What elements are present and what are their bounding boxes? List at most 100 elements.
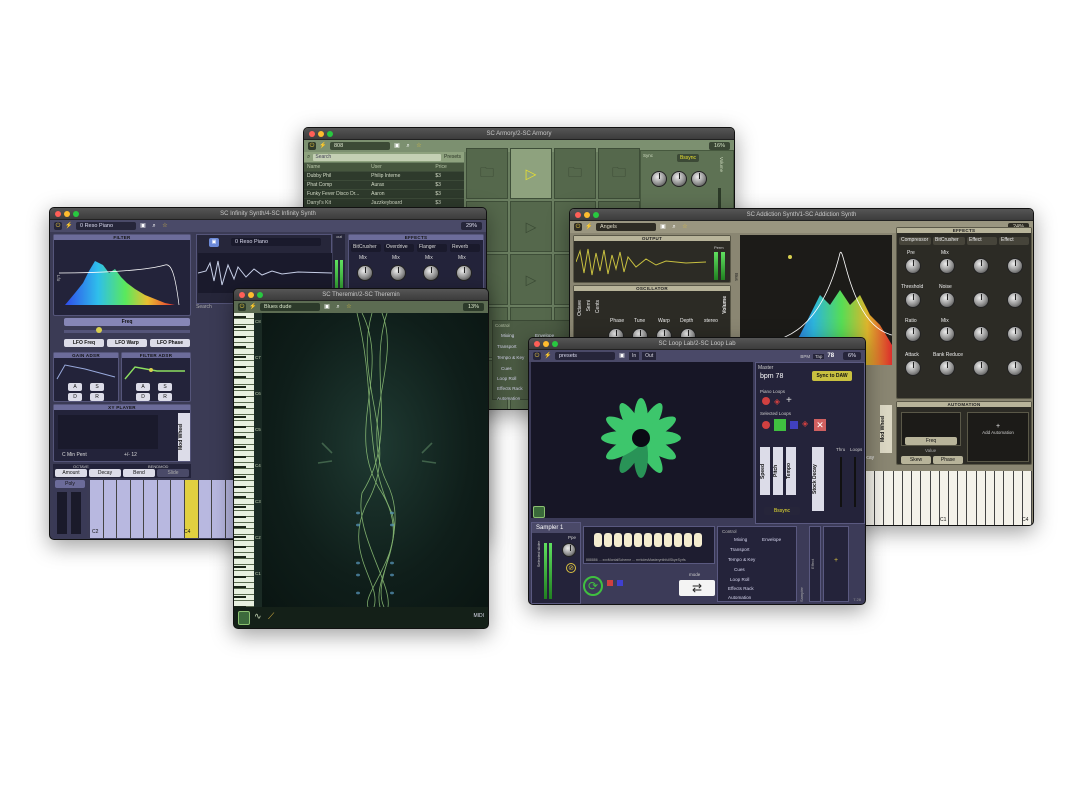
effect-slot-bitcrusher[interactable]: BitCrusher <box>351 244 381 252</box>
ratio-knob[interactable] <box>905 326 921 342</box>
lfo-warp-button[interactable]: LFO Warp <box>107 339 147 347</box>
minimize-icon[interactable] <box>584 211 590 218</box>
freq-handle[interactable] <box>96 327 102 333</box>
drum-pad[interactable]: ▷ <box>510 254 552 305</box>
effect-slot-empty[interactable]: Effect <box>999 237 1029 245</box>
knob[interactable] <box>671 171 687 187</box>
loop-toggle[interactable] <box>762 397 770 405</box>
bpm-value[interactable]: 78 <box>827 353 834 359</box>
layers-icon[interactable]: ◈ <box>774 397 780 406</box>
power-icon[interactable]: ⏻ <box>308 142 316 150</box>
power-icon[interactable]: ⏻ <box>54 222 62 230</box>
menu-item-effects-rack[interactable]: Effects Rack <box>728 586 754 591</box>
menu-item-automation[interactable]: Automation <box>497 396 520 401</box>
effect-slot-flanger[interactable]: Flanger <box>417 244 447 252</box>
save-icon[interactable]: ▣ <box>139 222 147 230</box>
menu-item-transport[interactable]: Transport <box>497 344 517 349</box>
ramp-icon[interactable]: ⟋ <box>268 611 274 622</box>
power-icon[interactable]: ⏻ <box>533 352 541 360</box>
drum-pad[interactable]: 🗀 <box>598 148 640 199</box>
mix-knob[interactable] <box>390 265 406 281</box>
search-icon[interactable]: ⌕ <box>334 303 342 311</box>
presets-button[interactable]: Presets <box>444 154 461 160</box>
attack-button[interactable]: A <box>68 383 82 391</box>
search-label[interactable]: Search <box>196 304 236 314</box>
close-icon[interactable] <box>55 210 61 217</box>
mode-button[interactable] <box>238 611 250 625</box>
attack-button[interactable]: A <box>136 383 150 391</box>
close-icon[interactable] <box>534 340 540 347</box>
zoom-icon[interactable] <box>73 210 79 217</box>
table-row[interactable]: Phat Comp Aurax $3 <box>304 181 464 190</box>
close-icon[interactable] <box>239 291 245 298</box>
minimize-icon[interactable] <box>318 130 324 137</box>
effect-slot-compressor[interactable]: Compressor <box>899 237 931 245</box>
menu-item-tempo-key[interactable]: Tempo & Key <box>497 355 524 360</box>
bank-reduce-knob[interactable] <box>939 360 955 376</box>
minimize-icon[interactable] <box>248 291 254 298</box>
knob[interactable] <box>651 171 667 187</box>
menu-item-mixing[interactable]: Mixing <box>501 333 514 338</box>
knob[interactable] <box>691 171 707 187</box>
effect-knob[interactable] <box>973 360 989 376</box>
mix-knob[interactable] <box>357 265 373 281</box>
range-label[interactable]: +/- 12 <box>124 452 137 458</box>
menu-item-cues[interactable]: Cues <box>734 567 745 572</box>
effect-slot-reverb[interactable]: Reverb <box>450 244 480 252</box>
loops-slider[interactable] <box>854 457 856 507</box>
zoom-icon[interactable] <box>552 340 558 347</box>
stereo-label[interactable]: stereo <box>704 318 718 324</box>
pre-knob[interactable] <box>905 258 921 274</box>
sample-selector[interactable]: 0 Reso Piano <box>231 238 321 246</box>
drum-pad[interactable]: 🗀 <box>466 148 508 199</box>
preset-selector[interactable]: 0 Reso Piano <box>76 222 136 230</box>
bolt-icon[interactable]: ⚡ <box>544 352 552 360</box>
sine-wave-icon[interactable]: ∿ <box>254 611 262 622</box>
release-button[interactable]: R <box>90 393 104 401</box>
mix-knob[interactable] <box>939 326 955 342</box>
skew-button[interactable]: Skew <box>901 456 931 464</box>
poly-button[interactable]: Poly <box>55 480 85 488</box>
drum-pad[interactable]: 🗀 <box>554 148 596 199</box>
theremin-visualizer[interactable] <box>262 312 488 608</box>
mod-wheel[interactable]: Mod Wheel <box>178 413 190 461</box>
preset-selector[interactable]: 808 <box>330 142 390 150</box>
mod-wheel[interactable]: Mod Wheel <box>880 405 892 453</box>
cents-label[interactable]: Cents <box>595 300 601 313</box>
menu-item-cues[interactable]: Cues <box>501 366 512 371</box>
zoom-icon[interactable] <box>257 291 263 298</box>
zoom-icon[interactable] <box>327 130 333 137</box>
menu-item-automation[interactable]: Automation <box>728 595 751 600</box>
menu-item-transport[interactable]: Transport <box>730 547 750 552</box>
star-icon[interactable]: ☆ <box>345 303 353 311</box>
loop-slot[interactable] <box>774 419 786 431</box>
mode-toggle-icon[interactable]: ⇄ <box>679 580 715 596</box>
gain-envelope[interactable] <box>55 361 119 381</box>
ppe-knob[interactable] <box>562 543 576 557</box>
noise-knob[interactable] <box>939 292 955 308</box>
sample-waveform[interactable]: 888886 ... xxxMontalScheme ... rrrrkdesM… <box>583 526 715 564</box>
effect-knob[interactable] <box>1007 258 1023 274</box>
save-icon[interactable]: ▣ <box>618 352 626 360</box>
bolt-icon[interactable]: ⚡ <box>585 223 593 231</box>
plus-icon[interactable]: + <box>786 395 792 406</box>
sustain-button[interactable]: S <box>90 383 104 391</box>
table-row[interactable]: Dubby Phil Philip Interne $3 <box>304 172 464 181</box>
freq-parameter[interactable]: Freq <box>905 437 957 445</box>
preset-selector[interactable]: Angels <box>596 223 656 231</box>
add-automation-slot[interactable]: + Add Automation <box>967 412 1029 462</box>
save-icon[interactable]: ▣ <box>323 303 331 311</box>
lfo-phase-button[interactable]: LFO Phase <box>150 339 190 347</box>
minimize-icon[interactable] <box>64 210 70 217</box>
minimize-icon[interactable] <box>543 340 549 347</box>
save-icon[interactable]: ▣ <box>209 238 219 247</box>
stock-decay-slider[interactable]: Stock Decay <box>812 447 824 511</box>
semi-label[interactable]: Semi <box>586 300 592 311</box>
effect-knob[interactable] <box>973 292 989 308</box>
slide-button[interactable]: Slide <box>157 469 189 477</box>
sampler-label[interactable]: Sampler 1 <box>532 523 580 533</box>
effect-knob[interactable] <box>973 326 989 342</box>
pitch-wheel[interactable] <box>57 492 67 534</box>
threshold-knob[interactable] <box>905 292 921 308</box>
column-header[interactable]: Name <box>307 163 371 171</box>
